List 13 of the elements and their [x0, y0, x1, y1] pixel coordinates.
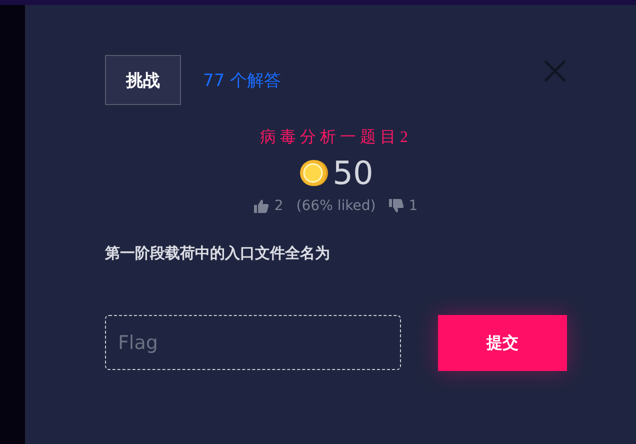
likes-count: 2 — [274, 198, 284, 214]
solutions-link[interactable]: 77 个解答 — [203, 55, 282, 105]
thumbs-down-icon[interactable] — [388, 199, 404, 213]
flag-field[interactable]: Flag — [105, 315, 401, 370]
challenge-description: 第一阶段载荷中的入口文件全名为 — [105, 244, 331, 263]
thumbs-up-icon[interactable] — [254, 199, 270, 213]
coin-icon — [298, 159, 329, 187]
dislikes-count: 1 — [408, 198, 418, 214]
submit-button[interactable]: 提交 — [438, 315, 567, 371]
challenge-tab[interactable]: 挑战 — [105, 55, 181, 105]
points-value: 50 — [332, 154, 374, 192]
challenge-title: 病毒分析一题目2 — [260, 128, 412, 148]
liked-percentage: (66% liked) — [296, 198, 376, 214]
